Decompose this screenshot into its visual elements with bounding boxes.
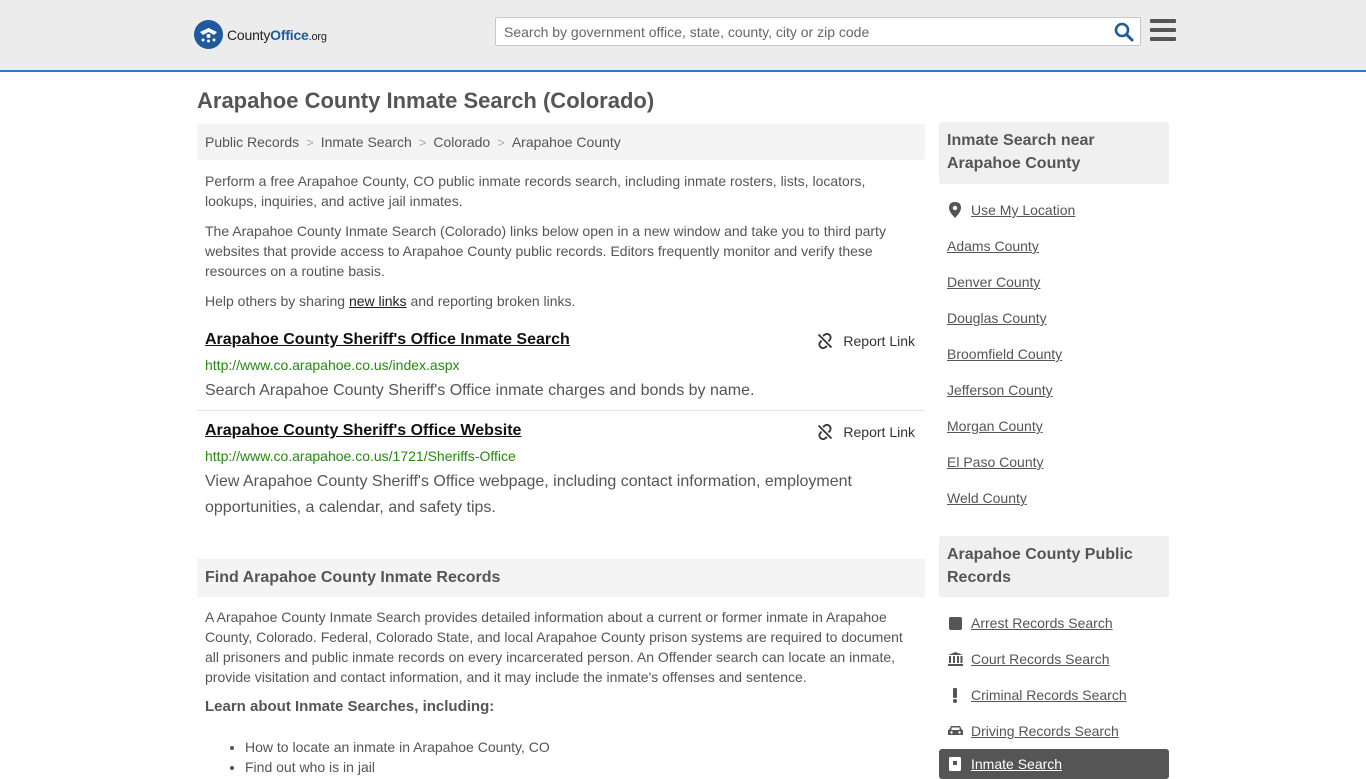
- sidebar-item-county[interactable]: Broomfield County: [947, 336, 1167, 372]
- site-header: CountyOffice.org: [0, 0, 1366, 72]
- records-section-text: A Arapahoe County Inmate Search provides…: [205, 609, 903, 685]
- hamburger-menu-icon[interactable]: [1150, 19, 1176, 43]
- intro-paragraph: The Arapahoe County Inmate Search (Color…: [205, 223, 886, 279]
- square-icon: [947, 616, 963, 630]
- sidebar-near-heading: Inmate Search near Arapahoe County: [939, 122, 1169, 184]
- badge-icon: [947, 757, 963, 771]
- map-pin-icon: [947, 202, 963, 218]
- report-link-button[interactable]: Report Link: [817, 424, 915, 440]
- new-links-link[interactable]: new links: [349, 293, 407, 309]
- search-box: [495, 17, 1141, 46]
- exclamation-icon: [947, 687, 963, 703]
- resource-description: View Arapahoe County Sheriff's Office we…: [205, 473, 852, 516]
- sidebar-item-county[interactable]: Douglas County: [947, 300, 1167, 336]
- resource-link-title[interactable]: Arapahoe County Sheriff's Office Inmate …: [205, 331, 570, 349]
- breadcrumb-public-records[interactable]: Public Records: [205, 134, 299, 150]
- sidebar-item-driving-records[interactable]: Driving Records Search: [947, 713, 1167, 749]
- car-icon: [947, 725, 963, 737]
- sidebar-item-inmate-search-active[interactable]: Inmate Search: [939, 749, 1169, 779]
- sidebar-item-county[interactable]: Morgan County: [947, 408, 1167, 444]
- sidebar-item-criminal-records[interactable]: Criminal Records Search: [947, 677, 1167, 713]
- sidebar-item-county[interactable]: Weld County: [947, 480, 1167, 516]
- divider: [197, 410, 925, 411]
- chevron-right-icon: >: [306, 134, 314, 150]
- sidebar-records-heading: Arapahoe County Public Records: [939, 536, 1169, 597]
- chevron-right-icon: >: [418, 134, 427, 150]
- logo-badge-icon: [194, 20, 223, 49]
- resource-description: Search Arapahoe County Sheriff's Office …: [205, 382, 755, 399]
- site-logo[interactable]: CountyOffice.org: [194, 20, 327, 49]
- resource-url: http://www.co.arapahoe.co.us/1721/Sherif…: [205, 448, 516, 464]
- search-icon[interactable]: [1114, 22, 1134, 42]
- courthouse-icon: [947, 652, 963, 666]
- sidebar-item-county[interactable]: El Paso County: [947, 444, 1167, 480]
- chevron-right-icon: >: [497, 134, 505, 150]
- list-item: Find out who is in jail: [245, 757, 550, 777]
- intro-paragraph: Perform a free Arapahoe County, CO publi…: [205, 173, 866, 209]
- breadcrumb: Public Records > Inmate Search > Colorad…: [197, 124, 925, 160]
- list-item: How to locate an inmate in Arapahoe Coun…: [245, 737, 550, 757]
- report-link-button[interactable]: Report Link: [817, 333, 915, 349]
- help-paragraph: Help others by sharing new links and rep…: [205, 293, 576, 309]
- sidebar-item-court-records[interactable]: Court Records Search: [947, 641, 1167, 677]
- learn-heading: Learn about Inmate Searches, including:: [205, 698, 495, 715]
- breadcrumb-current: Arapahoe County: [511, 134, 621, 150]
- sidebar-records-list: Arrest Records Search Court Records Sear…: [947, 605, 1167, 749]
- intro-text: Perform a free Arapahoe County, CO publi…: [205, 171, 917, 321]
- records-section-heading: Find Arapahoe County Inmate Records: [197, 559, 925, 597]
- broken-link-icon: [818, 333, 833, 349]
- sidebar-item-county[interactable]: Denver County: [947, 264, 1167, 300]
- resource-link-item: Arapahoe County Sheriff's Office Inmate …: [197, 331, 925, 411]
- sidebar-item-arrest-records[interactable]: Arrest Records Search: [947, 605, 1167, 641]
- page-title: Arapahoe County Inmate Search (Colorado): [197, 88, 655, 113]
- broken-link-icon: [818, 424, 833, 440]
- sidebar-near-list: Use My Location Adams County Denver Coun…: [947, 192, 1167, 516]
- logo-text: CountyOffice.org: [227, 26, 327, 43]
- sidebar-item-county[interactable]: Adams County: [947, 228, 1167, 264]
- learn-list: How to locate an inmate in Arapahoe Coun…: [205, 737, 550, 777]
- resource-link-item: Arapahoe County Sheriff's Office Website…: [197, 422, 925, 522]
- breadcrumb-colorado[interactable]: Colorado: [433, 134, 490, 150]
- search-input[interactable]: [496, 18, 1106, 45]
- resource-link-title[interactable]: Arapahoe County Sheriff's Office Website: [205, 422, 521, 440]
- resource-url: http://www.co.arapahoe.co.us/index.aspx: [205, 357, 460, 373]
- breadcrumb-inmate-search[interactable]: Inmate Search: [321, 134, 412, 150]
- sidebar-item-use-location[interactable]: Use My Location: [947, 192, 1167, 228]
- sidebar-item-county[interactable]: Jefferson County: [947, 372, 1167, 408]
